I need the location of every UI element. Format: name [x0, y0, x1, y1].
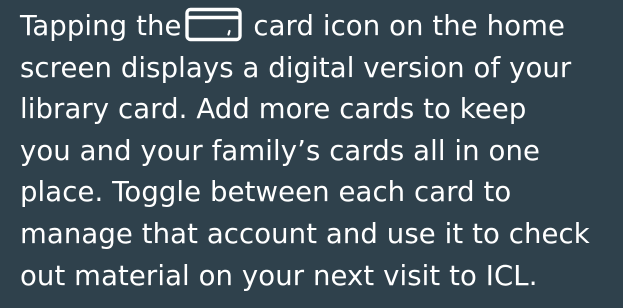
text-before-icon: Tapping the [20, 10, 182, 42]
text-line-7: out material on your next visit to ICL. [20, 259, 538, 292]
card-outline [184, 7, 242, 42]
description-text: Tapping the card icon on the home screen… [20, 6, 620, 297]
text-line-3: library card. Add more cards to keep [20, 93, 527, 126]
text-after-icon: card icon on the home [244, 10, 566, 42]
text-line-4: you and your family’s cards all in one [20, 134, 540, 167]
card-icon-graphic [184, 7, 242, 42]
text-line-1: Tapping the card icon on the home [20, 6, 620, 48]
text-line-2: screen displays a digital version of you… [20, 51, 572, 84]
text-line-5: place. Toggle between each card to [20, 176, 512, 209]
text-line-6: manage that account and use it to check [20, 217, 590, 250]
card-icon [183, 7, 243, 42]
description-panel: Tapping the card icon on the home screen… [0, 0, 623, 308]
card-mark [226, 29, 231, 36]
